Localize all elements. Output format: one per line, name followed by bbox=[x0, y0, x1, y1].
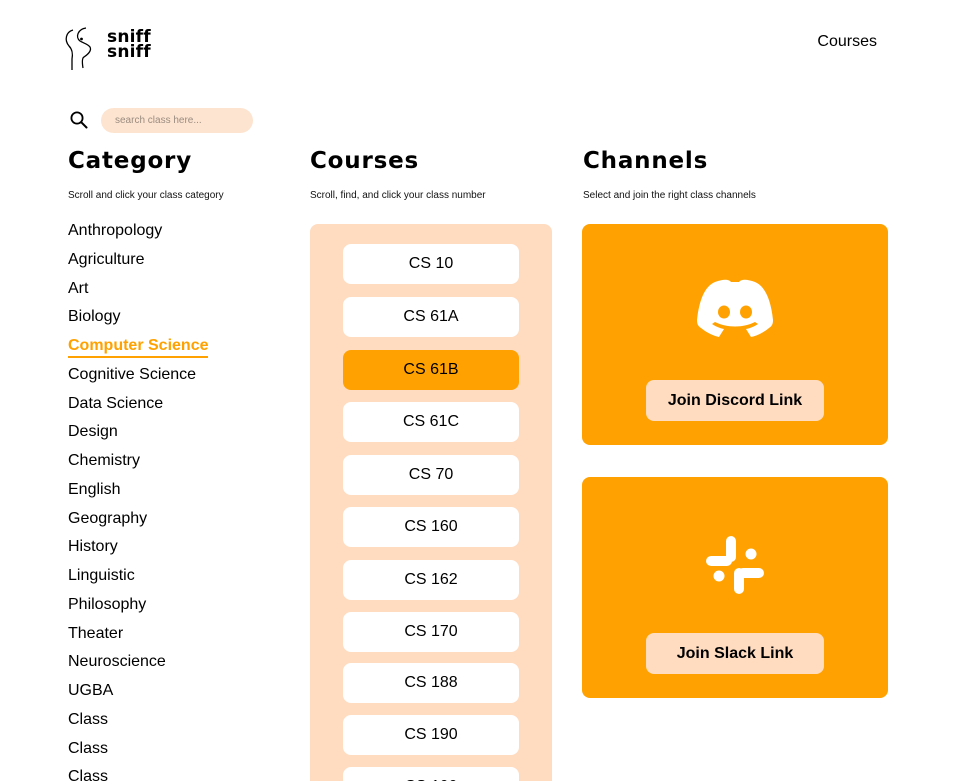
category-item-label: Theater bbox=[68, 624, 124, 642]
category-item[interactable]: Anthropology bbox=[68, 220, 268, 249]
course-button[interactable]: CS 190 bbox=[343, 715, 519, 755]
slack-channel-card: Join Slack Link bbox=[582, 477, 888, 698]
category-item-label: Biology bbox=[68, 308, 121, 326]
category-subtitle: Scroll and click your class category bbox=[68, 190, 224, 201]
category-item-label: Design bbox=[68, 423, 118, 441]
category-item[interactable]: Philosophy bbox=[68, 594, 268, 623]
logo[interactable]: sniff sniff bbox=[64, 26, 174, 72]
course-button[interactable]: CS 61A bbox=[343, 297, 519, 337]
category-item[interactable]: Class bbox=[68, 738, 268, 767]
course-button[interactable]: CS 61C bbox=[343, 402, 519, 442]
category-item-label: English bbox=[68, 480, 121, 498]
category-item-label: Anthropology bbox=[68, 222, 163, 239]
category-item-label: Class bbox=[68, 710, 109, 728]
channels-title: Channels bbox=[583, 148, 709, 174]
category-item-label: Agriculture bbox=[68, 250, 145, 268]
courses-subtitle: Scroll, find, and click your class numbe… bbox=[310, 190, 486, 201]
category-item-label: Philosophy bbox=[68, 595, 147, 613]
category-item-label: History bbox=[68, 538, 118, 556]
category-item[interactable]: UGBA bbox=[68, 680, 268, 709]
join-slack-button[interactable]: Join Slack Link bbox=[646, 633, 824, 674]
category-item[interactable]: Data Science bbox=[68, 393, 268, 422]
category-item[interactable]: Agriculture bbox=[68, 249, 268, 278]
category-item-label: Geography bbox=[68, 509, 148, 527]
category-item[interactable]: Class bbox=[68, 709, 268, 738]
category-item[interactable]: Class bbox=[68, 766, 268, 781]
discord-icon bbox=[697, 279, 773, 337]
category-item-label: Class bbox=[68, 739, 109, 757]
slack-icon bbox=[706, 536, 764, 594]
course-button[interactable]: CS 170 bbox=[343, 612, 519, 652]
courses-title: Courses bbox=[310, 148, 419, 174]
nav-courses-link[interactable]: Courses bbox=[817, 33, 877, 51]
course-button[interactable]: CS 70 bbox=[343, 455, 519, 495]
course-button[interactable]: CS 10 bbox=[343, 244, 519, 284]
category-item-label: Computer Science bbox=[68, 337, 209, 358]
category-item[interactable]: Art bbox=[68, 278, 268, 307]
category-item-label: Class bbox=[68, 768, 109, 781]
category-item[interactable]: Linguistic bbox=[68, 565, 268, 594]
category-item[interactable]: English bbox=[68, 479, 268, 508]
category-item[interactable]: Design bbox=[68, 421, 268, 450]
search-icon[interactable] bbox=[69, 110, 89, 130]
logo-mark-icon bbox=[65, 27, 92, 70]
category-item[interactable]: Cognitive Science bbox=[68, 364, 268, 393]
courses-list[interactable]: CS 10 CS 61A CS 61B CS 61C CS 70 CS 160 CS 162… bbox=[310, 224, 552, 781]
discord-channel-card: Join Discord Link bbox=[582, 224, 888, 445]
logo-wordmark: sniff sniff bbox=[107, 27, 151, 62]
category-item[interactable]: Computer Science bbox=[68, 335, 268, 364]
category-list[interactable]: Anthropology Agriculture Art Biology Compute… bbox=[68, 220, 268, 781]
category-item-label: Linguistic bbox=[68, 567, 135, 584]
category-item[interactable]: Neuroscience bbox=[68, 651, 268, 680]
category-item-label: Data Science bbox=[68, 394, 164, 412]
search-input[interactable] bbox=[101, 108, 253, 133]
course-button[interactable]: CS 162 bbox=[343, 560, 519, 600]
category-title: Category bbox=[68, 148, 192, 174]
category-item[interactable]: Theater bbox=[68, 623, 268, 652]
category-item-label: Neuroscience bbox=[68, 653, 166, 671]
category-item-label: Art bbox=[68, 279, 89, 297]
channels-subtitle: Select and join the right class channels bbox=[583, 190, 756, 201]
category-item[interactable]: History bbox=[68, 536, 268, 565]
category-item-label: Cognitive Science bbox=[68, 365, 197, 383]
category-item[interactable]: Biology bbox=[68, 306, 268, 335]
course-button[interactable]: CS 188 bbox=[343, 663, 519, 703]
course-button[interactable]: CS 199 bbox=[343, 767, 519, 781]
category-item-label: UGBA bbox=[68, 682, 114, 699]
join-discord-button[interactable]: Join Discord Link bbox=[646, 380, 824, 421]
category-item[interactable]: Chemistry bbox=[68, 450, 268, 479]
course-button[interactable]: CS 160 bbox=[343, 507, 519, 547]
category-item-label: Chemistry bbox=[68, 452, 141, 469]
category-item[interactable]: Geography bbox=[68, 508, 268, 537]
course-button[interactable]: CS 61B bbox=[343, 350, 519, 390]
